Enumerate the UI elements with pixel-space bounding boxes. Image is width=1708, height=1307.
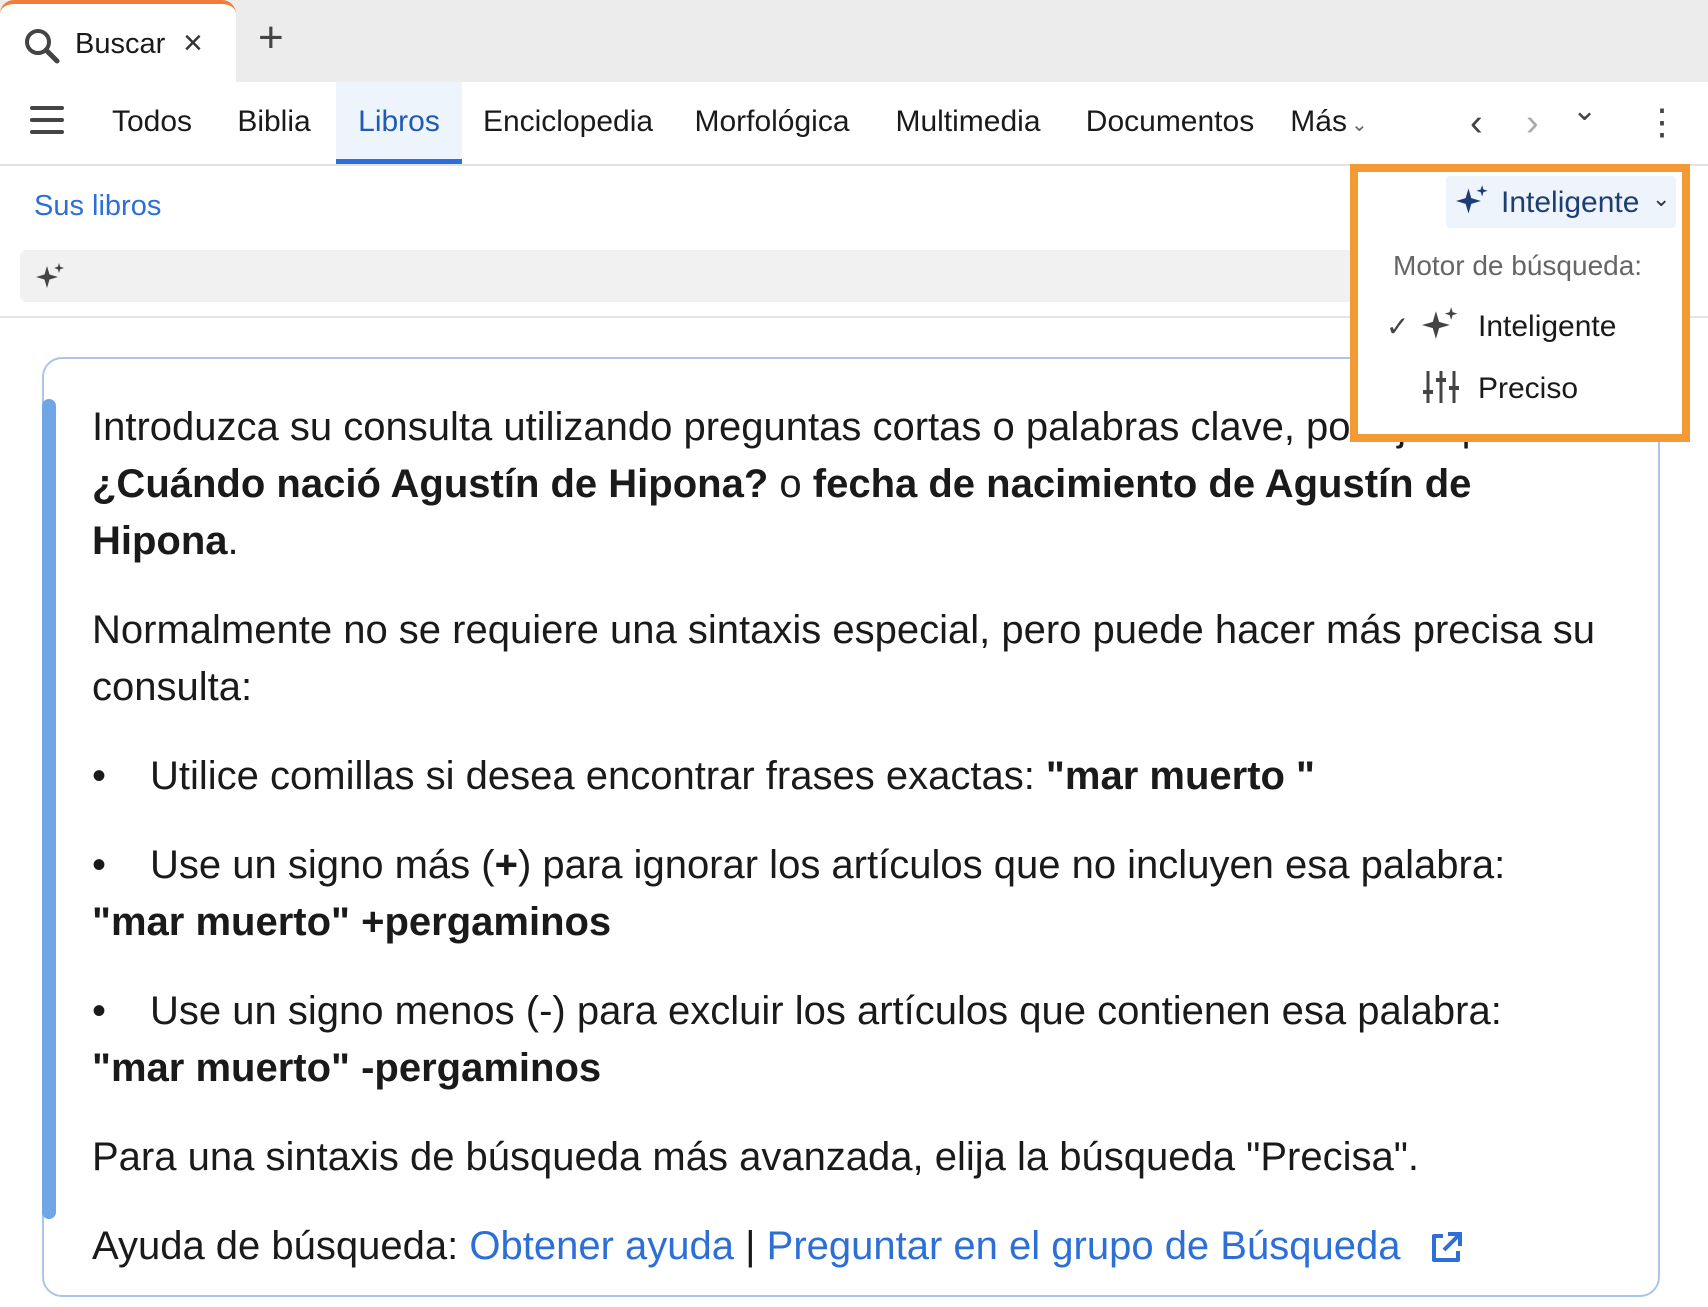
get-help-link[interactable]: Obtener ayuda <box>469 1224 734 1268</box>
sliders-icon <box>1423 371 1459 403</box>
example-question: ¿Cuándo nació Agustín de Hipona? <box>92 462 769 506</box>
help-links: Ayuda de búsqueda: Obtener ayuda | Pregu… <box>92 1218 1622 1275</box>
list-item: • Use un signo menos (-) para excluir los… <box>92 989 1502 1090</box>
list-item: • Utilice comillas si desea encontrar fra… <box>92 754 1316 798</box>
back-icon[interactable]: ‹ <box>1470 104 1483 142</box>
tab-todos[interactable]: Todos <box>96 82 208 164</box>
help-card: Introduzca su consulta utilizando pregun… <box>42 357 1660 1297</box>
tab-title: Buscar <box>75 28 166 60</box>
intro-text: Introduzca su consulta utilizando pregun… <box>92 405 1516 449</box>
menu-item-inteligente[interactable]: ✓ Inteligente <box>1366 300 1666 356</box>
search-type-bar: Todos Biblia Libros Enciclopedia Morfoló… <box>0 82 1708 166</box>
list-item: • Use un signo más (+) para ignorar los a… <box>92 843 1506 944</box>
tab-biblia[interactable]: Biblia <box>226 82 322 164</box>
menu-item-label: Preciso <box>1478 372 1579 405</box>
menu-icon[interactable] <box>30 106 64 140</box>
history-dropdown-icon[interactable]: ⌄ <box>1572 96 1597 126</box>
menu-item-label: Inteligente <box>1478 310 1617 343</box>
chevron-down-icon: ⌄ <box>1350 114 1368 136</box>
help-content: Introduzca su consulta utilizando pregun… <box>92 399 1622 1307</box>
period-text: . <box>227 519 239 563</box>
sparkle-icon <box>1456 185 1488 214</box>
bullet-text-cont: ) para ignorar los artículos que no incl… <box>517 843 1506 887</box>
plus-symbol: + <box>494 843 518 887</box>
search-icon <box>25 29 60 64</box>
your-books-link[interactable]: Sus libros <box>34 190 161 223</box>
bullet-text: Use un signo menos (-) para excluir los … <box>150 989 1502 1033</box>
bullet-text: Utilice comillas si desea encontrar fras… <box>150 754 1046 798</box>
tab-morfologica[interactable]: Morfológica <box>686 82 858 164</box>
menu-item-preciso[interactable]: Preciso <box>1366 362 1666 418</box>
advanced-note: Para una sintaxis de búsqueda más avanza… <box>92 1135 1420 1179</box>
close-icon[interactable]: × <box>183 26 203 60</box>
bullet-example: "mar muerto" -pergaminos <box>92 1046 602 1090</box>
sparkle-icon <box>36 263 64 288</box>
tab-libros[interactable]: Libros <box>336 82 462 164</box>
bullet-example: "mar muerto " <box>1045 754 1316 798</box>
search-input[interactable] <box>20 250 1360 302</box>
search-engine-button[interactable]: Inteligente ⌄ <box>1446 176 1676 228</box>
tab-strip: Buscar × + <box>0 0 1708 82</box>
tab-enciclopedia[interactable]: Enciclopedia <box>476 82 660 164</box>
card-accent-bar <box>42 399 56 1219</box>
tab-mas[interactable]: Más ⌄ <box>1284 82 1374 164</box>
sparkle-icon <box>1422 307 1458 339</box>
more-options-icon[interactable]: ⋮ <box>1644 104 1680 140</box>
external-link-icon[interactable] <box>1426 1228 1466 1268</box>
search-group-link[interactable]: Preguntar en el grupo de Búsqueda <box>767 1224 1401 1268</box>
tab-multimedia[interactable]: Multimedia <box>888 82 1048 164</box>
menu-header: Motor de búsqueda: <box>1393 250 1643 281</box>
bullet-text: Use un signo más ( <box>150 843 495 887</box>
syntax-intro: Normalmente no se requiere una sintaxis … <box>92 608 1596 709</box>
or-text: o <box>768 462 813 506</box>
help-label: Ayuda de búsqueda: <box>92 1224 470 1268</box>
tab-mas-label: Más <box>1290 105 1347 138</box>
link-separator: | <box>734 1224 767 1268</box>
new-tab-button[interactable]: + <box>258 16 284 60</box>
tab-buscar[interactable]: Buscar × <box>0 0 236 82</box>
chevron-down-icon: ⌄ <box>1652 186 1671 211</box>
check-icon: ✓ <box>1386 311 1410 342</box>
forward-icon[interactable]: › <box>1526 104 1539 142</box>
bullet-example: "mar muerto" +pergaminos <box>92 900 612 944</box>
search-engine-label: Inteligente <box>1501 186 1640 219</box>
tab-documentos[interactable]: Documentos <box>1080 82 1260 164</box>
